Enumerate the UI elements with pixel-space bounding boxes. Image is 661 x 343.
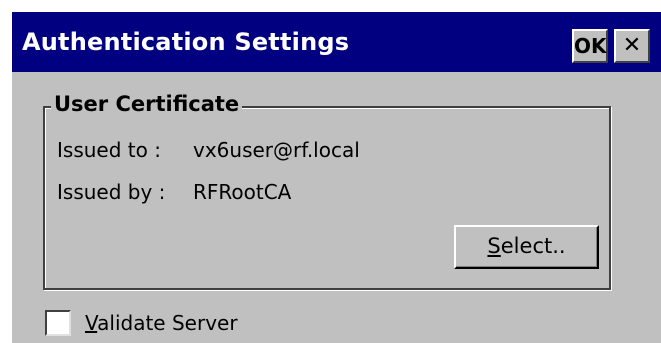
- ok-button[interactable]: OK: [572, 29, 608, 63]
- validate-server-label[interactable]: Validate Server: [85, 311, 238, 335]
- close-button[interactable]: ✕: [614, 29, 650, 63]
- close-icon: ✕: [622, 33, 642, 58]
- issued-to-value: vx6user@rf.local: [193, 138, 360, 162]
- validate-server-mnemonic: V: [85, 311, 98, 335]
- select-certificate-button[interactable]: Select..: [454, 225, 599, 269]
- select-button-label: elect..: [500, 234, 566, 258]
- window-title: Authentication Settings: [22, 28, 350, 56]
- validate-server-label-rest: alidate Server: [97, 311, 238, 335]
- issued-by-label: Issued by :: [57, 180, 166, 204]
- validate-server-checkbox[interactable]: [45, 310, 71, 336]
- issued-to-label: Issued to :: [57, 138, 161, 162]
- issued-by-value: RFRootCA: [193, 180, 292, 204]
- user-certificate-group: User Certificate Issued to : vx6user@rf.…: [43, 92, 611, 290]
- authentication-settings-dialog: Authentication Settings OK ✕ User Certif…: [10, 10, 661, 343]
- select-button-mnemonic: S: [487, 234, 501, 258]
- group-legend: User Certificate: [51, 92, 243, 116]
- title-bar: Authentication Settings OK ✕: [12, 12, 661, 72]
